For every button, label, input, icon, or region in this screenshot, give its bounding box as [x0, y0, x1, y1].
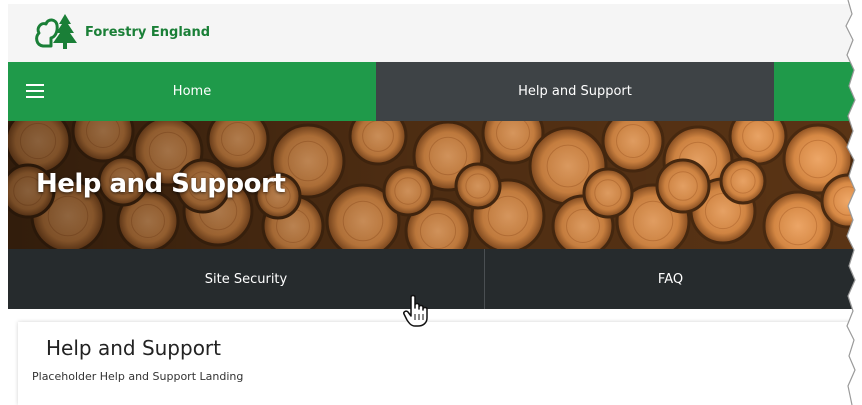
- hand-cursor-icon: [403, 294, 428, 327]
- logo-text: Forestry England: [85, 24, 211, 40]
- sub-nav: Site Security FAQ: [8, 249, 856, 309]
- tree-logo-icon: [33, 12, 79, 52]
- site-logo[interactable]: Forestry England: [33, 12, 210, 52]
- sub-nav-faq[interactable]: FAQ: [485, 249, 856, 309]
- hero-title: Help and Support: [36, 169, 286, 199]
- main-nav: Home Help and Support: [8, 62, 856, 121]
- nav-item-home[interactable]: Home: [8, 62, 376, 121]
- page: Forestry England Home Help and Support H…: [8, 4, 856, 405]
- hero-banner: Help and Support: [8, 121, 856, 249]
- site-header: Forestry England: [8, 4, 856, 62]
- nav-item-help-and-support[interactable]: Help and Support: [376, 62, 774, 121]
- content-card: Help and Support Placeholder Help and Su…: [18, 322, 856, 405]
- page-description: Placeholder Help and Support Landing: [32, 370, 244, 383]
- page-title: Help and Support: [46, 336, 221, 360]
- torn-edge: [845, 0, 862, 405]
